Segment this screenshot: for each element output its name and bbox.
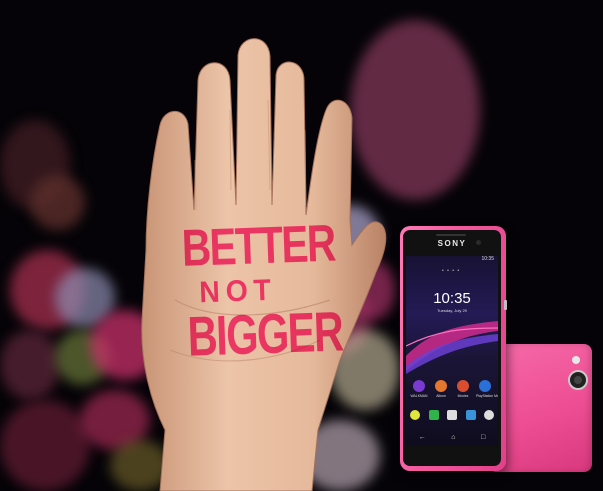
app-movies[interactable]: Movies bbox=[454, 380, 472, 398]
app-label: Album bbox=[436, 394, 446, 398]
status-time: 10:35 bbox=[481, 256, 494, 262]
home-app-row: WALKMAN Album Movies PlayStation Mobile bbox=[410, 380, 498, 398]
advertisement-scene: BETTER NOT BIGGER SONY 10:35 • • • • 10:… bbox=[0, 0, 603, 491]
status-bar: 10:35 bbox=[406, 256, 498, 263]
movies-icon bbox=[457, 380, 469, 392]
lock-clock: 10:35 bbox=[433, 290, 471, 307]
album-icon bbox=[435, 380, 447, 392]
app-walkman[interactable]: WALKMAN bbox=[410, 380, 428, 398]
home-icon[interactable]: ⌂ bbox=[451, 434, 455, 441]
phone-screen: 10:35 • • • • 10:35 Tuesday, July 29 WAL… bbox=[406, 256, 498, 446]
page-indicator: • • • • bbox=[442, 268, 461, 274]
phone-brand-logo: SONY bbox=[437, 239, 467, 248]
side-button bbox=[504, 300, 507, 310]
back-icon[interactable]: ← bbox=[419, 434, 426, 441]
play-store-icon[interactable] bbox=[428, 410, 439, 420]
tagline-line-3: BIGGER bbox=[186, 299, 344, 369]
app-dock bbox=[410, 410, 494, 420]
lock-date: Tuesday, July 29 bbox=[437, 308, 467, 313]
phone-app-icon[interactable] bbox=[484, 410, 494, 420]
apps-grid-icon[interactable] bbox=[447, 410, 457, 420]
wallpaper-wave bbox=[406, 321, 498, 374]
playstation-icon bbox=[479, 380, 491, 392]
messaging-icon[interactable] bbox=[465, 410, 476, 420]
tagline-better-not-bigger: BETTER NOT BIGGER bbox=[166, 214, 344, 369]
camera-flash bbox=[572, 356, 580, 364]
app-playstation-mobile[interactable]: PlayStation Mobile bbox=[476, 380, 498, 398]
chrome-icon[interactable] bbox=[410, 410, 420, 420]
app-label: PlayStation Mobile bbox=[476, 394, 498, 398]
camera-lens bbox=[574, 376, 582, 384]
nav-bar: ← ⌂ □ bbox=[406, 430, 498, 444]
app-album[interactable]: Album bbox=[432, 380, 450, 398]
app-label: WALKMAN bbox=[410, 394, 428, 398]
tagline-line-1: BETTER bbox=[180, 214, 336, 278]
app-label: Movies bbox=[457, 394, 469, 398]
earpiece bbox=[436, 234, 466, 236]
rear-camera bbox=[568, 370, 588, 390]
walkman-icon bbox=[413, 380, 425, 392]
recent-apps-icon[interactable]: □ bbox=[481, 434, 485, 441]
